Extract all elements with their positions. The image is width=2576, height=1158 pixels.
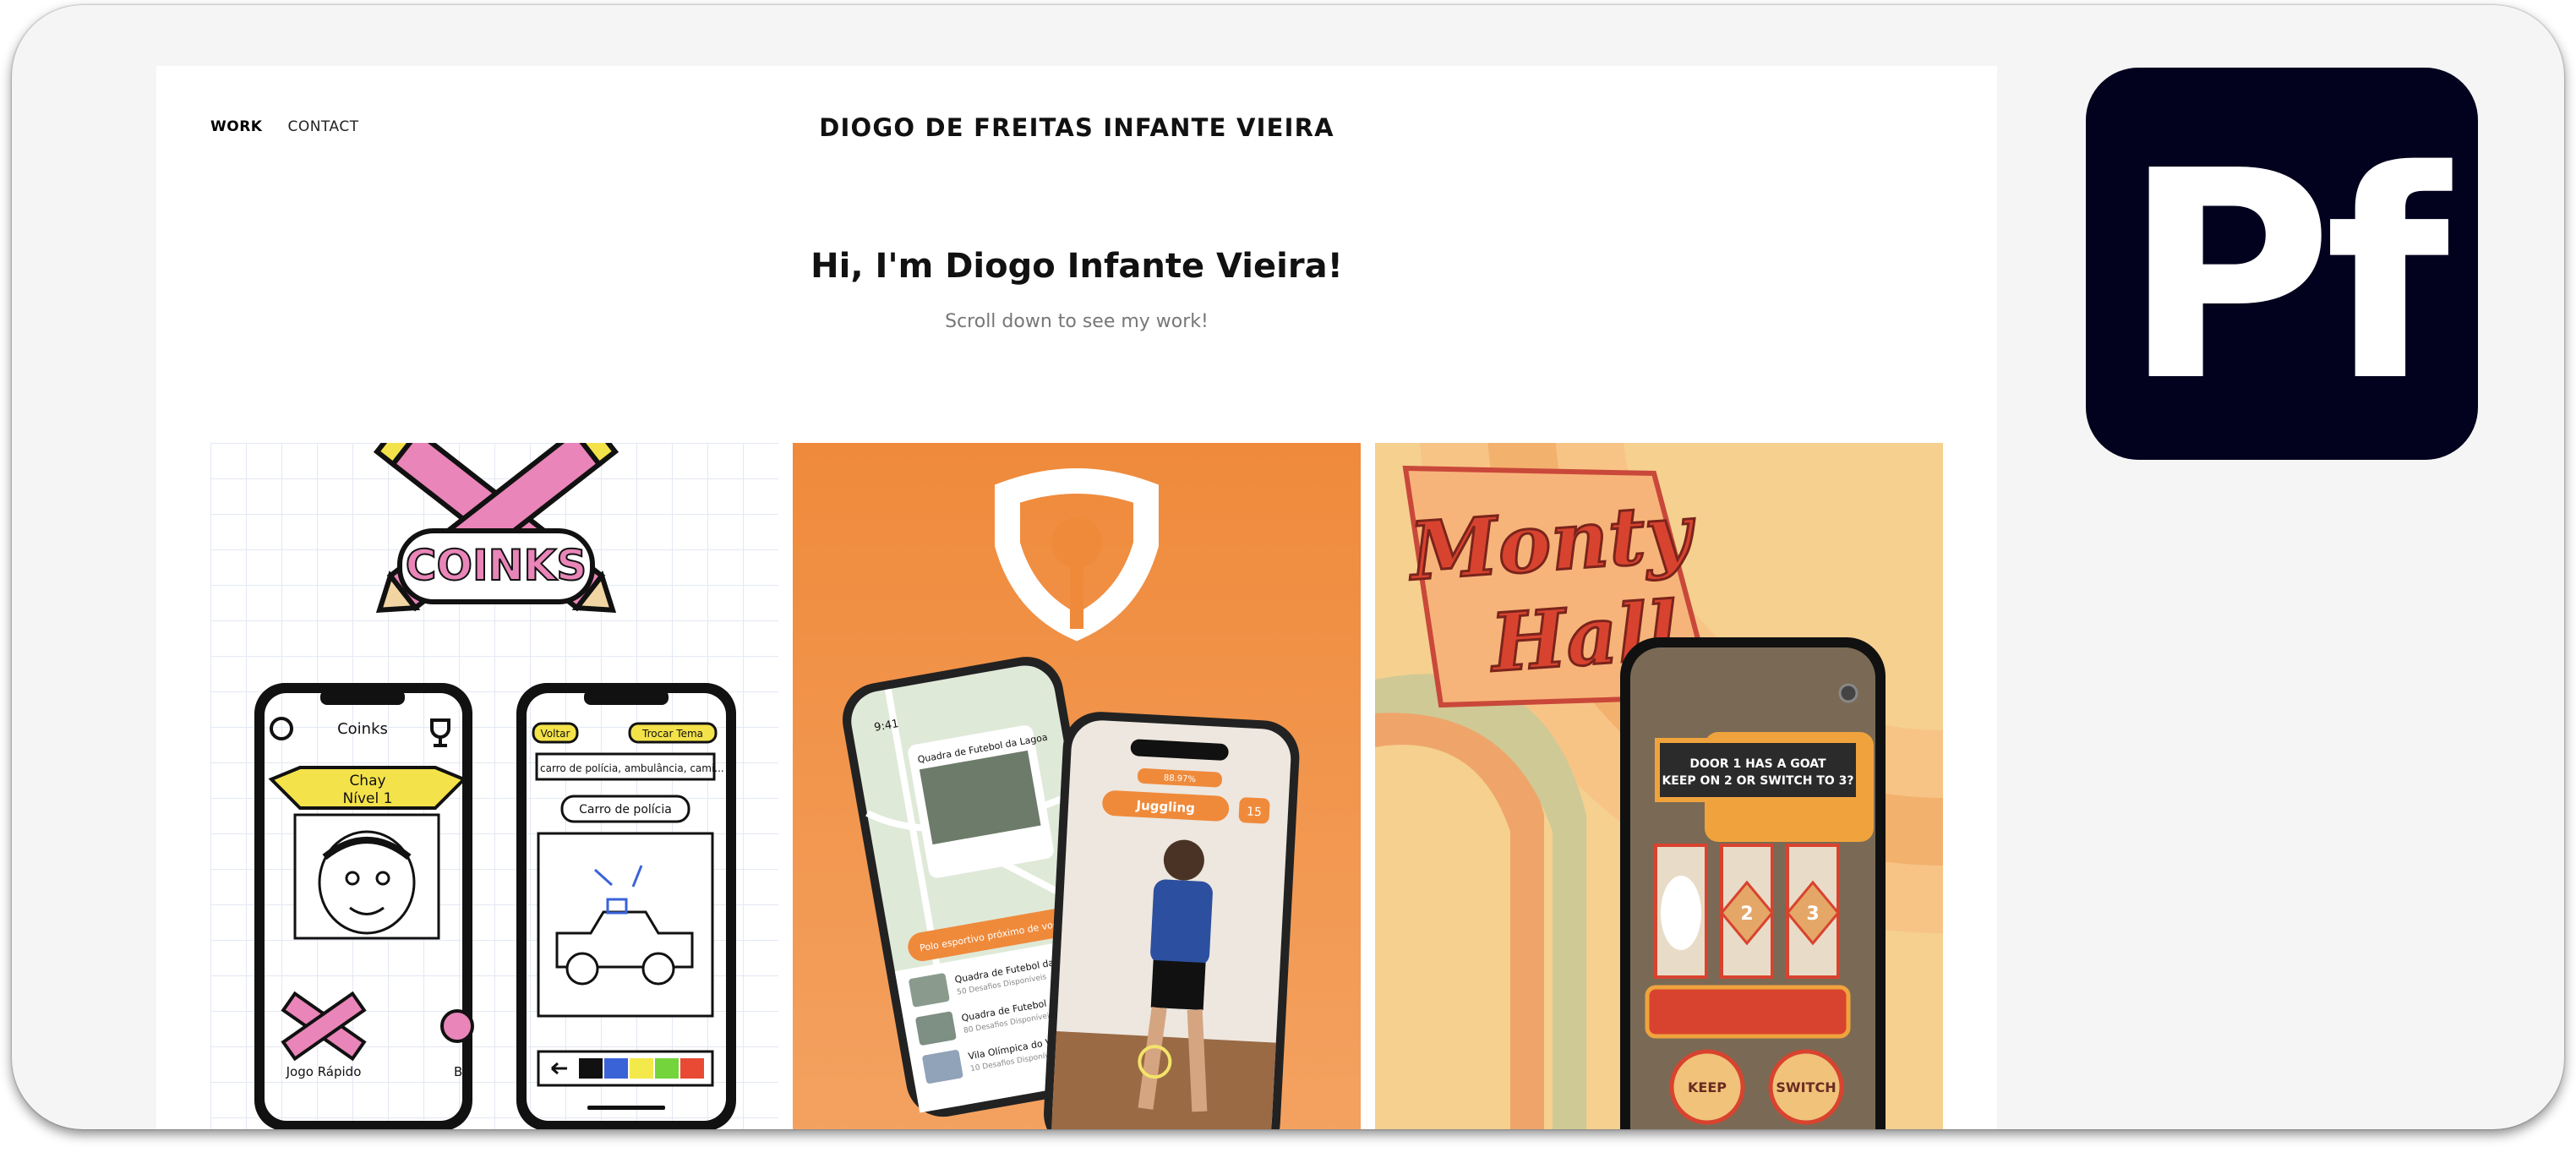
monty-switch-label: SWITCH [1776, 1079, 1836, 1095]
coinks-phone1-footer-right: Bu [454, 1064, 471, 1079]
project-tile-sport[interactable]: 9:41 Quadra de Futebol da Lagoa Polo esp… [793, 443, 1361, 1129]
monty-keep-label: KEEP [1688, 1079, 1727, 1095]
coinks-banner-name: Chay [349, 773, 385, 789]
sport-artwork: 9:41 Quadra de Futebol da Lagoa Polo esp… [793, 443, 1361, 1129]
app-icon-text: Pf [2122, 110, 2449, 445]
coinks-phone-2: Voltar Trocar Tema carro de polícia, amb… [516, 683, 736, 1129]
monty-phone: DOOR 1 HAS A GOAT KEEP ON 2 OR SWITCH TO… [1620, 637, 1886, 1129]
monty-hall-artwork: Monty Hall DOOR 1 HAS A GOAT KEEP ON 2 O… [1375, 443, 1943, 1129]
sport-count: 15 [1247, 805, 1263, 819]
sport-challenge: Juggling [1135, 798, 1195, 817]
coinks-drawing-canvas[interactable] [537, 832, 714, 1018]
site-title[interactable]: DIOGO DE FREITAS INFANTE VIEIRA [156, 113, 1997, 142]
hero-subtitle: Scroll down to see my work! [945, 311, 1209, 332]
sport-percent: 88.97% [1164, 773, 1197, 784]
coinks-quick-game-label[interactable]: Jogo Rápido [286, 1064, 362, 1079]
palette-swatch[interactable] [579, 1058, 603, 1079]
palette-swatch[interactable] [655, 1058, 679, 1079]
palette-swatch[interactable] [604, 1058, 628, 1079]
hero-heading: Hi, I'm Diogo Infante Vieira! [810, 247, 1343, 286]
sport-phone-camera: 88.97% Juggling 15 [1044, 712, 1300, 1129]
coinks-back-label: Voltar [541, 728, 570, 740]
palette-swatch[interactable] [680, 1058, 704, 1079]
window-frame: WORK CONTACT DIOGO DE FREITAS INFANTE VI… [12, 5, 2564, 1129]
monty-door-3-label: 3 [1806, 904, 1819, 925]
palette-swatch[interactable] [630, 1058, 653, 1079]
coinks-words-input-value: carro de polícia, ambulância, cami... [540, 762, 724, 774]
coinks-drawing-label: Carro de polícia [579, 803, 672, 817]
coinks-banner-level: Nível 1 [343, 790, 393, 807]
monty-message-line2: KEEP ON 2 OR SWITCH TO 3? [1662, 774, 1853, 788]
project-tile-monty-hall[interactable]: Monty Hall DOOR 1 HAS A GOAT KEEP ON 2 O… [1375, 443, 1943, 1129]
monty-door-2-label: 2 [1740, 904, 1753, 925]
coinks-artwork: COINKS Coinks Chay Nível 1 Jogo Rápido B… [210, 443, 778, 1129]
adobe-portfolio-app-icon: Pf [2086, 68, 2478, 460]
coinks-logo-text: COINKS [406, 541, 587, 590]
project-tile-coinks[interactable]: COINKS Coinks Chay Nível 1 Jogo Rápido B… [210, 443, 778, 1129]
monty-message-line1: DOOR 1 HAS A GOAT [1689, 757, 1826, 771]
coinks-phone1-header: Coinks [337, 720, 388, 738]
portfolio-page: WORK CONTACT DIOGO DE FREITAS INFANTE VI… [156, 66, 1997, 1129]
coinks-change-theme-label: Trocar Tema [641, 728, 703, 740]
coinks-phone-1: Coinks Chay Nível 1 Jogo Rápido Bu [254, 683, 474, 1129]
